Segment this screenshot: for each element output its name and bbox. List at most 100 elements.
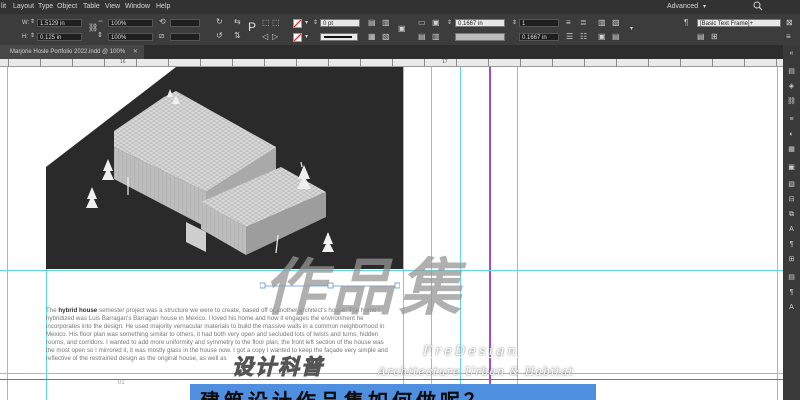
ruler-tick bbox=[136, 59, 137, 66]
headline-banner: 建筑设计作品集如何做呢？ bbox=[190, 384, 596, 400]
stepper-icon[interactable]: ⇕ bbox=[30, 31, 35, 41]
ruler-tick bbox=[72, 59, 73, 66]
grid-icon[interactable]: ⊞ bbox=[711, 32, 718, 42]
align-center-icon[interactable]: ≣ bbox=[580, 18, 587, 28]
paragraph-panel-icon[interactable]: ¶ bbox=[787, 240, 796, 249]
search-icon[interactable] bbox=[753, 1, 763, 13]
gutter-field[interactable] bbox=[455, 33, 505, 41]
flip-vertical-icon[interactable]: ⇅ bbox=[234, 31, 241, 41]
chevron-down-icon[interactable]: ▾ bbox=[703, 3, 706, 10]
pages-panel-icon[interactable]: ▤ bbox=[787, 67, 796, 76]
menu-view[interactable]: View bbox=[105, 3, 120, 10]
stroke-panel-icon[interactable]: ≡ bbox=[787, 115, 796, 124]
horizontal-ruler[interactable]: 16 17 bbox=[0, 59, 783, 67]
select-previous-icon[interactable]: ◁ bbox=[262, 32, 268, 42]
collapse-icon[interactable]: « bbox=[787, 49, 796, 58]
menu-table[interactable]: Table bbox=[83, 3, 100, 10]
color-panel-icon[interactable]: ◐ bbox=[787, 130, 796, 139]
wrap-object-icon[interactable]: ▤ bbox=[418, 32, 426, 42]
rotate-ccw-icon[interactable]: ↺ bbox=[216, 31, 223, 41]
table-panel-icon[interactable]: ⊞ bbox=[787, 255, 796, 264]
ruler-tick bbox=[552, 59, 553, 66]
stepper-icon[interactable]: ⇕ bbox=[30, 17, 35, 27]
chevron-down-icon[interactable]: ▾ bbox=[630, 24, 633, 34]
stroke-type-dropdown[interactable] bbox=[320, 33, 358, 41]
document-canvas[interactable]: The hybrid house semester project was a … bbox=[0, 67, 783, 400]
select-next-icon[interactable]: ▷ bbox=[272, 32, 278, 42]
align-top-icon[interactable]: ▦ bbox=[368, 32, 376, 42]
rotate-field[interactable] bbox=[170, 19, 200, 27]
columns-field[interactable]: 1 bbox=[519, 19, 559, 27]
flip-horizontal-icon[interactable]: ⇆ bbox=[234, 17, 241, 27]
links-panel-icon[interactable]: ⛓ bbox=[787, 97, 796, 106]
menu-type[interactable]: Type bbox=[38, 3, 53, 10]
align-bottom-text-icon[interactable]: ☰ bbox=[566, 32, 573, 42]
ruler-tick bbox=[168, 59, 169, 66]
text-wrap-icon[interactable]: ▧ bbox=[787, 180, 796, 189]
scale-x-field[interactable]: 100% bbox=[108, 19, 153, 27]
workspace-switcher[interactable]: Advanced bbox=[667, 3, 698, 10]
justify-icon[interactable]: ☷ bbox=[580, 32, 587, 42]
ruler-tick bbox=[360, 59, 361, 66]
clear-overrides-icon[interactable]: ⊠ bbox=[786, 18, 793, 28]
baseline-icon[interactable]: ▥ bbox=[598, 18, 606, 28]
chevron-down-icon[interactable]: ▾ bbox=[305, 32, 308, 42]
fit-content-icon[interactable]: ▤ bbox=[612, 32, 620, 42]
height-field[interactable]: 0.125 in bbox=[37, 33, 82, 41]
stepper-icon[interactable]: ⇕ bbox=[313, 18, 318, 28]
rotate-cw-icon[interactable]: ↻ bbox=[216, 17, 223, 27]
inset-top-field[interactable]: 0.1667 in bbox=[455, 19, 505, 27]
object-styles-icon[interactable]: ▤ bbox=[787, 273, 796, 282]
object-style-icon[interactable]: ¶ bbox=[684, 18, 688, 28]
headline-banner-text: 建筑设计作品集如何做呢？ bbox=[200, 385, 488, 400]
vertical-justify-icon[interactable]: ≡ bbox=[566, 18, 571, 28]
span-icon[interactable]: ▧ bbox=[612, 18, 620, 28]
panel-menu-icon[interactable]: ≡ bbox=[786, 32, 791, 42]
ruler-tick bbox=[488, 59, 489, 66]
swatches-panel-icon[interactable]: ▦ bbox=[787, 145, 796, 154]
ruler-tick bbox=[744, 59, 745, 66]
object-style-dropdown[interactable]: [Basic Text Frame]+ bbox=[697, 19, 781, 27]
ruler-tick bbox=[680, 59, 681, 66]
menu-object[interactable]: Object bbox=[57, 3, 77, 10]
quick-apply-icon[interactable]: ▤ bbox=[697, 32, 705, 42]
effects-panel-icon[interactable]: fx bbox=[787, 165, 796, 174]
layers-panel-icon[interactable]: ◈ bbox=[787, 82, 796, 91]
align-bottom-icon[interactable]: ▧ bbox=[382, 32, 390, 42]
scale-y-field[interactable]: 100% bbox=[108, 33, 153, 41]
menu-help[interactable]: Help bbox=[156, 3, 170, 10]
auto-size-icon[interactable]: ▣ bbox=[598, 32, 606, 42]
stroke-swatch[interactable] bbox=[293, 33, 302, 42]
text-frame-options-icon[interactable]: ▤ bbox=[368, 18, 376, 28]
select-content-icon[interactable]: ⬚ bbox=[272, 18, 280, 28]
menu-edit[interactable]: lit bbox=[1, 3, 6, 10]
close-icon[interactable]: ✕ bbox=[133, 49, 138, 55]
character-styles-icon[interactable]: A bbox=[787, 303, 796, 312]
menu-window[interactable]: Window bbox=[125, 3, 150, 10]
margin-guide bbox=[777, 67, 778, 400]
select-container-icon[interactable]: ⬚ bbox=[262, 18, 270, 28]
wrap-jump-icon[interactable]: ▥ bbox=[432, 32, 440, 42]
stepper-icon[interactable]: ⇕ bbox=[447, 18, 452, 28]
pathfinder-icon[interactable]: ⧉ bbox=[787, 210, 796, 219]
stepper-icon[interactable]: ⇕ bbox=[512, 18, 517, 28]
shadow-icon[interactable]: ▣ bbox=[398, 24, 406, 34]
wrap-bounding-icon[interactable]: ▣ bbox=[432, 18, 440, 28]
stroke-weight-field[interactable]: 0 pt bbox=[320, 19, 360, 27]
wrap-icon[interactable]: ▭ bbox=[418, 18, 426, 28]
align-panel-icon[interactable]: ⊟ bbox=[787, 195, 796, 204]
page-number: 01 bbox=[118, 380, 125, 386]
shear-field[interactable] bbox=[170, 33, 200, 41]
character-panel-icon[interactable]: A bbox=[787, 225, 796, 234]
menu-layout[interactable]: Layout bbox=[13, 3, 34, 10]
ruler-tick bbox=[776, 59, 777, 66]
fill-swatch[interactable] bbox=[293, 19, 302, 28]
auto-fit-icon[interactable]: ▥ bbox=[382, 18, 390, 28]
ruler-tick bbox=[8, 59, 9, 66]
watermark-rule bbox=[408, 357, 548, 358]
document-tab[interactable]: Marjorie Hosle Portfolio 2022.indd @ 100… bbox=[0, 45, 144, 59]
width-field[interactable]: 1.5129 in bbox=[37, 19, 82, 27]
paragraph-styles-icon[interactable]: ¶ bbox=[787, 288, 796, 297]
inset-bottom-field[interactable]: 0.1667 in bbox=[519, 33, 559, 41]
chevron-down-icon[interactable]: ▾ bbox=[305, 18, 308, 28]
